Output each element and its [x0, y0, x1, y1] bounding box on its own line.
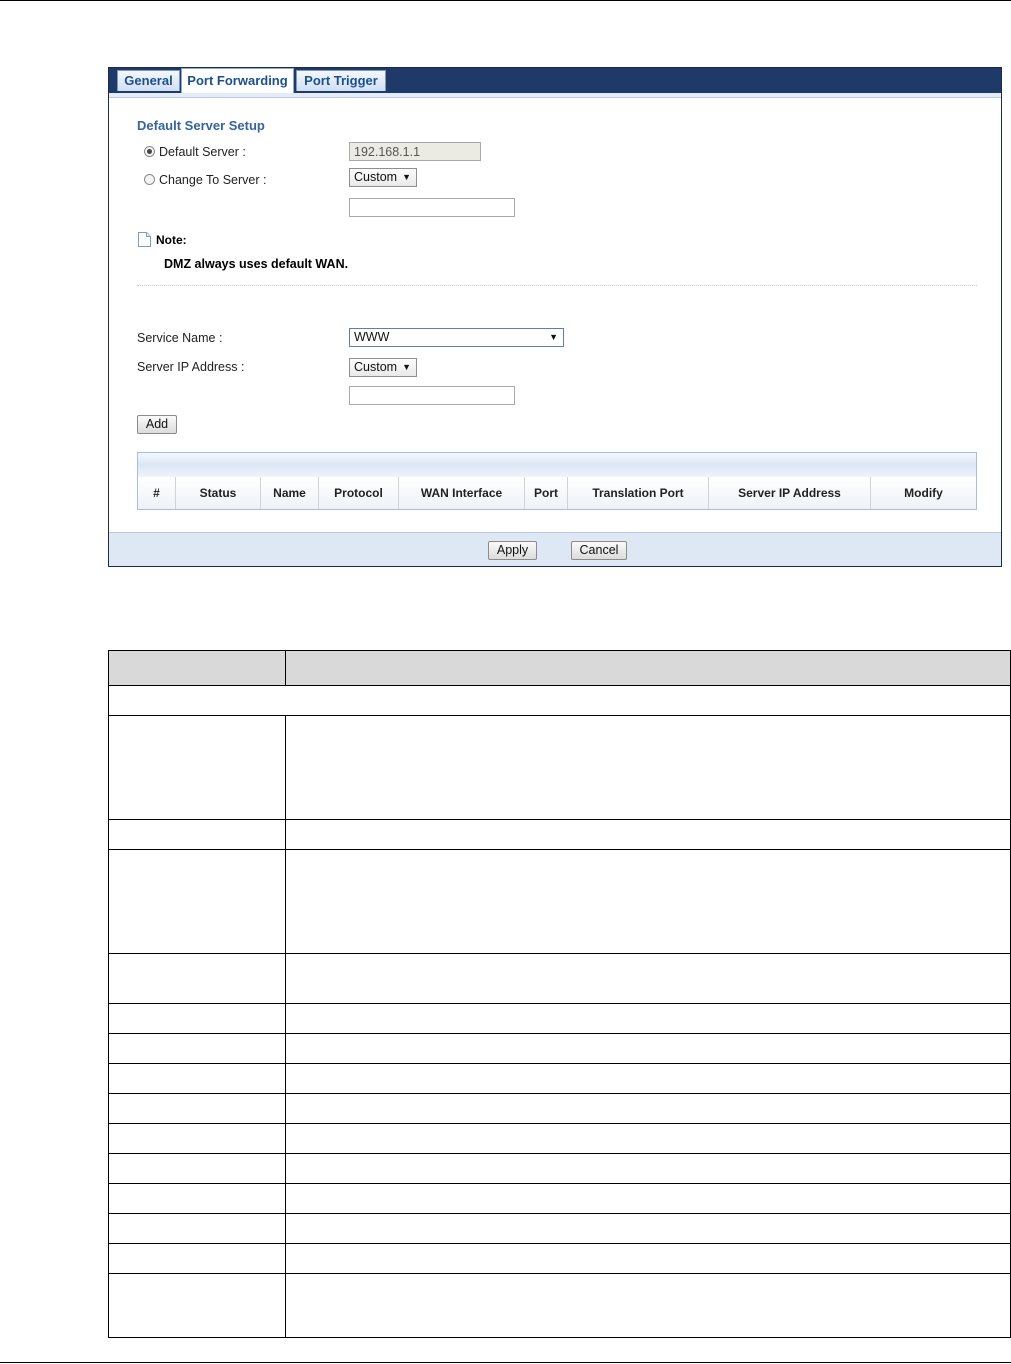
column-header-translation-port: Translation Port — [568, 477, 709, 509]
doc-table-row — [108, 1094, 1011, 1124]
chevron-down-icon: ▼ — [549, 332, 558, 342]
doc-table-row — [108, 1214, 1011, 1244]
doc-table-row — [108, 1184, 1011, 1214]
column-header-modify: Modify — [904, 486, 943, 500]
table-header-band — [138, 453, 976, 478]
doc-table-row — [108, 850, 1011, 954]
service-name-select-value: WWW — [354, 330, 390, 344]
column-header-wan-interface: WAN Interface — [399, 477, 525, 509]
doc-table-column-divider — [285, 850, 286, 953]
doc-table-column-divider — [285, 1004, 286, 1033]
chevron-down-icon: ▼ — [402, 172, 411, 182]
doc-table-row — [108, 954, 1011, 1004]
page-bottom-rule — [0, 1362, 1011, 1363]
port-forwarding-screen: General Port Forwarding Port Trigger Def… — [108, 67, 1002, 567]
doc-table-row — [108, 1274, 1011, 1338]
footer-bar: Apply Cancel — [109, 532, 1001, 566]
doc-table-row — [108, 1154, 1011, 1184]
doc-table-column-divider — [285, 1184, 286, 1213]
doc-table-row — [108, 820, 1011, 850]
doc-table-column-divider — [285, 1244, 286, 1273]
doc-table-row — [108, 716, 1011, 820]
change-to-server-ip-input[interactable] — [349, 198, 515, 217]
note-title: Note: — [156, 233, 187, 247]
doc-table-column-divider — [285, 1124, 286, 1153]
apply-button[interactable]: Apply — [488, 541, 537, 560]
default-server-label: Default Server : — [159, 145, 246, 159]
tab-bar: General Port Forwarding Port Trigger — [109, 68, 1001, 95]
column-header-port: Port — [525, 477, 568, 509]
service-name-select[interactable]: WWW ▼ — [349, 328, 564, 347]
tab-underline-band — [109, 93, 1001, 98]
default-server-ip-field[interactable] — [349, 142, 481, 161]
doc-table-column-divider — [285, 651, 286, 685]
doc-table-column-divider — [285, 820, 286, 849]
add-button[interactable]: Add — [137, 415, 177, 434]
server-ip-address-select[interactable]: Custom ▼ — [349, 358, 417, 377]
doc-table-row — [108, 686, 1011, 716]
column-header-server-ip-address: Server IP Address — [709, 477, 871, 509]
doc-table-header-row — [108, 650, 1011, 686]
tab-port-trigger[interactable]: Port Trigger — [296, 70, 386, 91]
doc-table-column-divider — [285, 954, 286, 1003]
table-header-row: # Status Name Protocol WAN Interface Por… — [138, 477, 976, 509]
page-top-rule — [0, 0, 1011, 1]
doc-table-row — [108, 1244, 1011, 1274]
section-divider — [137, 285, 977, 286]
doc-table-row — [108, 1064, 1011, 1094]
doc-table-row — [108, 1004, 1011, 1034]
port-forwarding-rules-table: # Status Name Protocol WAN Interface Por… — [137, 452, 977, 510]
column-header-number: # — [138, 477, 176, 509]
doc-table-column-divider — [285, 1154, 286, 1183]
server-ip-address-input[interactable] — [349, 386, 515, 405]
note-icon — [138, 232, 151, 247]
doc-table-column-divider — [285, 1274, 286, 1337]
chevron-down-icon: ▼ — [402, 362, 411, 372]
doc-table-column-divider — [285, 1214, 286, 1243]
change-to-server-select[interactable]: Custom ▼ — [349, 168, 417, 187]
change-to-server-radio[interactable] — [144, 174, 155, 185]
change-to-server-label: Change To Server : — [159, 173, 267, 187]
cancel-button[interactable]: Cancel — [571, 541, 627, 560]
doc-table-column-divider — [285, 1064, 286, 1093]
doc-table-row — [108, 1124, 1011, 1154]
default-server-radio[interactable] — [144, 146, 155, 157]
service-name-label: Service Name : — [137, 331, 223, 345]
tab-general[interactable]: General — [117, 70, 180, 91]
column-header-protocol: Protocol — [319, 477, 399, 509]
note-text: DMZ always uses default WAN. — [164, 257, 349, 271]
default-server-setup-title: Default Server Setup — [137, 118, 265, 133]
column-header-status: Status — [176, 477, 261, 509]
change-to-server-select-value: Custom — [354, 170, 398, 184]
doc-table-column-divider — [285, 716, 286, 819]
server-ip-address-label: Server IP Address : — [137, 360, 245, 374]
column-header-name: Name — [261, 477, 319, 509]
tab-port-forwarding[interactable]: Port Forwarding — [181, 68, 294, 95]
server-ip-address-select-value: Custom — [354, 360, 398, 374]
doc-table-row — [108, 1034, 1011, 1064]
doc-table-column-divider — [285, 1034, 286, 1063]
field-description-table — [108, 650, 1011, 1338]
doc-table-column-divider — [285, 1094, 286, 1123]
